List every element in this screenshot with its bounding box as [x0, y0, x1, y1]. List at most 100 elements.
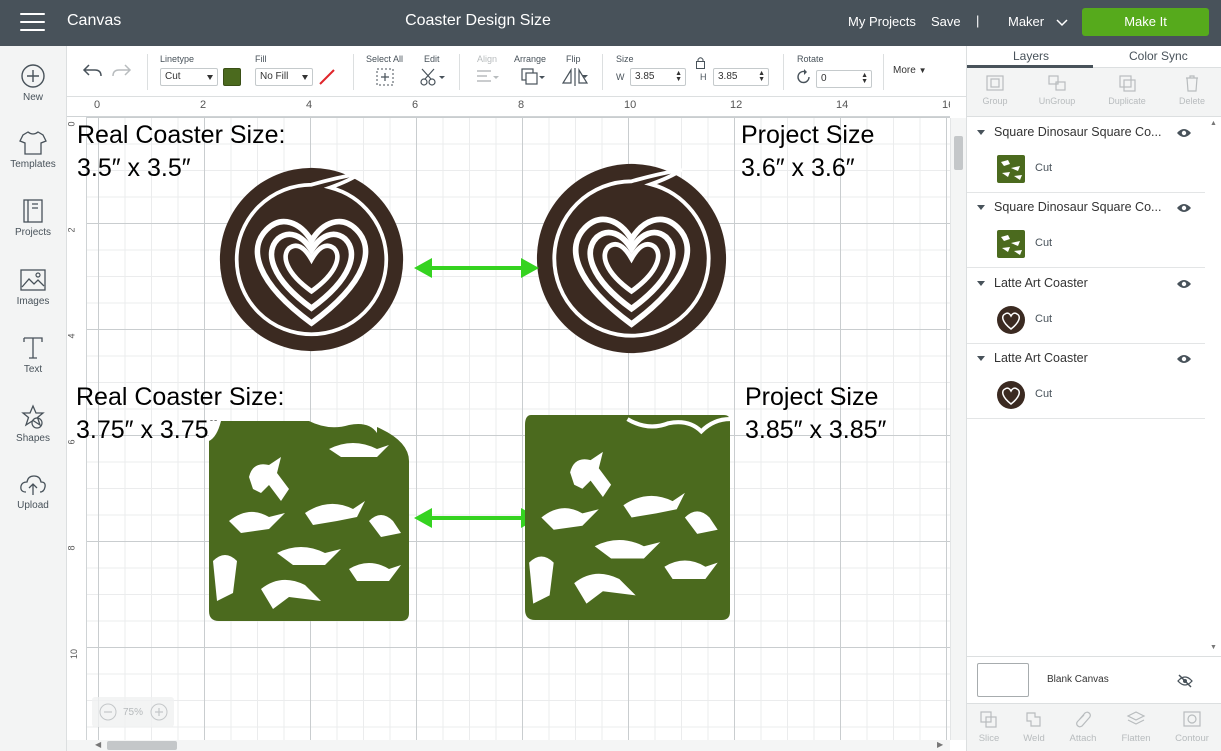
zoom-out-icon[interactable] [99, 703, 117, 721]
latte-coaster-project[interactable] [535, 162, 728, 355]
contour-label: Contour [1175, 733, 1209, 744]
dino-layer-thumbnail[interactable] [996, 154, 1026, 184]
weld-button[interactable]: Weld [1009, 710, 1059, 744]
more-label: More [893, 65, 916, 76]
contour-button[interactable]: Contour [1167, 710, 1217, 744]
collapse-caret-icon[interactable] [977, 356, 985, 361]
scroll-thumb[interactable] [954, 136, 963, 170]
height-input[interactable]: 3.85 ▲ ▼ [713, 68, 769, 86]
slice-icon [980, 711, 997, 728]
nav-images[interactable]: Images [0, 267, 66, 307]
collapse-caret-icon[interactable] [977, 130, 985, 135]
width-label: W [616, 72, 625, 82]
note-line: Project Size [745, 383, 879, 411]
layer-name: Latte Art Coaster [994, 276, 1088, 290]
zoom-control: 75% [92, 697, 174, 727]
make-it-button[interactable]: Make It [1082, 8, 1209, 36]
layer-group[interactable]: Latte Art Coaster Cut [967, 269, 1205, 344]
project-size-note-top[interactable]: Project Size 3.6″ x 3.6″ [741, 119, 874, 185]
attach-button[interactable]: Attach [1058, 710, 1108, 744]
duplicate-button[interactable]: Duplicate [1097, 74, 1157, 106]
spinner-icon[interactable]: ▲ ▼ [758, 70, 765, 83]
latte-layer-thumbnail[interactable] [996, 380, 1026, 410]
project-size-note-bottom[interactable]: Project Size 3.85″ x 3.85″ [745, 381, 886, 447]
collapse-caret-icon[interactable] [977, 281, 985, 286]
more-button[interactable]: More ▼ [893, 65, 927, 76]
fill-select[interactable]: No Fill [255, 68, 313, 86]
zoom-in-icon[interactable] [150, 703, 168, 721]
scroll-right-icon[interactable]: ▶ [937, 740, 943, 749]
ruler-tick-label: 0 [67, 121, 77, 127]
text-icon [23, 337, 43, 359]
panel-tabs: Layers Color Sync [967, 46, 1221, 68]
canvas-vertical-scrollbar[interactable] [950, 118, 966, 740]
rotate-input[interactable]: 0 ▲ ▼ [816, 70, 872, 88]
ruler-tick-label: 4 [306, 99, 313, 111]
lock-icon[interactable] [695, 56, 706, 69]
arrange-label: Arrange [514, 54, 547, 64]
nav-new[interactable]: New [0, 63, 66, 103]
caret-down-icon [302, 75, 308, 80]
nav-shapes[interactable]: Shapes [0, 404, 66, 444]
layers-scrollbar[interactable]: ▲ ▼ [1205, 118, 1221, 653]
scroll-down-icon[interactable]: ▼ [1210, 644, 1217, 651]
flip-icon[interactable] [561, 67, 589, 87]
spinner-icon[interactable]: ▲ ▼ [675, 70, 682, 83]
scroll-left-icon[interactable]: ◀ [95, 740, 101, 749]
save-button[interactable]: Save [931, 14, 961, 29]
select-all-label: Select All [366, 54, 404, 64]
nav-upload[interactable]: Upload [0, 473, 66, 511]
machine-select[interactable]: Maker [1008, 14, 1068, 29]
group-button[interactable]: Group [965, 74, 1025, 106]
eye-icon[interactable] [1176, 278, 1192, 290]
scroll-up-icon[interactable]: ▲ [1210, 120, 1217, 127]
delete-button[interactable]: Delete [1162, 74, 1221, 106]
nav-projects[interactable]: Projects [0, 198, 66, 238]
dino-coaster-project[interactable] [525, 415, 730, 620]
linetype-select[interactable]: Cut [160, 68, 218, 86]
nav-templates[interactable]: Templates [0, 130, 66, 170]
undo-icon[interactable] [81, 61, 103, 79]
eye-icon[interactable] [1176, 127, 1192, 139]
collapse-caret-icon[interactable] [977, 205, 985, 210]
design-canvas[interactable]: 0 2 4 6 8 10 12 14 16 0 2 4 6 8 10 Real Coaster Size:… [67, 97, 950, 740]
latte-layer-thumbnail[interactable] [996, 305, 1026, 335]
select-all-icon[interactable] [376, 68, 394, 86]
toolbar-divider [459, 54, 460, 90]
eye-hidden-icon[interactable] [1177, 674, 1193, 688]
blank-canvas-row[interactable]: Blank Canvas [967, 656, 1221, 703]
blank-canvas-swatch[interactable] [977, 663, 1029, 697]
redo-icon[interactable] [111, 61, 133, 79]
latte-coaster-real[interactable] [218, 166, 405, 353]
ruler-tick-label: 2 [200, 99, 207, 111]
align-icon[interactable] [475, 69, 499, 85]
scissors-edit-icon[interactable] [419, 67, 445, 87]
eye-icon[interactable] [1176, 202, 1192, 214]
width-input[interactable]: 3.85 ▲ ▼ [630, 68, 686, 86]
no-fill-swatch-icon[interactable] [318, 68, 336, 86]
eye-icon[interactable] [1176, 353, 1192, 365]
layer-group[interactable]: Square Dinosaur Square Co... Cut [967, 193, 1205, 268]
tab-color-sync[interactable]: Color Sync [1129, 49, 1188, 63]
flatten-button[interactable]: Flatten [1111, 710, 1161, 744]
dino-coaster-real[interactable] [209, 421, 409, 621]
tab-layers[interactable]: Layers [1013, 49, 1049, 63]
layer-group[interactable]: Latte Art Coaster Cut [967, 344, 1205, 419]
ungroup-button[interactable]: UnGroup [1027, 74, 1087, 106]
canvas-horizontal-scrollbar[interactable]: ◀ ▶ [67, 740, 950, 751]
spinner-icon[interactable]: ▲ ▼ [861, 72, 868, 85]
dino-layer-thumbnail[interactable] [996, 229, 1026, 259]
linetype-color-swatch[interactable] [223, 68, 241, 86]
shirt-icon [19, 131, 47, 155]
layer-group[interactable]: Square Dinosaur Square Co... Cut [967, 118, 1205, 193]
ruler-tick-label: 0 [94, 99, 101, 111]
chevron-down-icon [1056, 19, 1068, 26]
arrange-icon[interactable] [520, 67, 546, 87]
slice-button[interactable]: Slice [964, 710, 1014, 744]
ruler-tick-label: 10 [624, 99, 637, 111]
nav-text-label: Text [23, 364, 43, 375]
my-projects-link[interactable]: My Projects [848, 14, 916, 29]
nav-text[interactable]: Text [0, 335, 66, 375]
rotate-icon[interactable] [796, 69, 812, 85]
scroll-thumb[interactable] [107, 741, 177, 750]
